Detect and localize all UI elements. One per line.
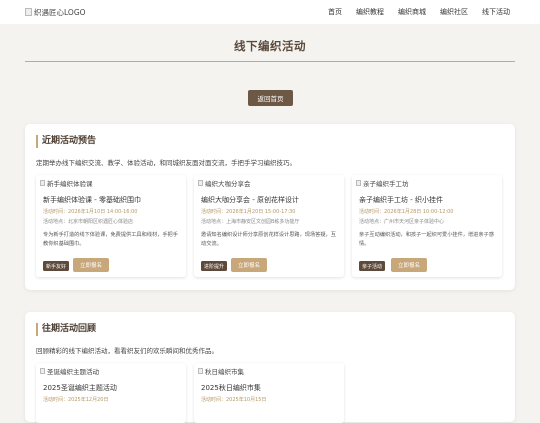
nav-link-home[interactable]: 首页: [328, 7, 342, 17]
nav-link-community[interactable]: 编织社区: [440, 7, 468, 17]
register-button[interactable]: 立即报名: [391, 258, 427, 272]
logo-alt-text: 织遇匠心LOGO: [34, 7, 86, 17]
page-title: 线下编织活动: [234, 39, 306, 53]
section-heading: 往期活动回顾: [36, 323, 96, 336]
event-time: 活动时间：2025年12月20日: [43, 397, 109, 403]
event-tag: 新手友好: [43, 261, 70, 271]
section-description: 定期举办线下编织交流、教学、体验活动，和同城织友面对面交流，手把手学习编织技巧。: [36, 159, 296, 167]
past-event-card: 秋日编织市集 2025秋日编织市集 活动时间：2025年10月15日: [194, 363, 344, 423]
event-tag: 亲子活动: [359, 261, 386, 271]
event-image: 编织大咖分享会: [198, 178, 251, 188]
event-location: 活动地点：广州市天河区亲子体验中心: [359, 219, 445, 225]
broken-image-icon: [198, 180, 203, 186]
event-card: 亲子编织手工坊 亲子编织手工坊 - 织小挂件 活动时间：2026年1月28日 1…: [352, 175, 502, 277]
event-description: 亲子互动编织活动，和孩子一起织可爱小挂件，增进亲子感情。: [359, 232, 494, 247]
title-divider: [25, 61, 515, 62]
event-image-alt: 编织大咖分享会: [205, 180, 251, 188]
section-heading: 近期活动预告: [36, 135, 96, 148]
broken-image-icon: [198, 368, 203, 374]
site-logo[interactable]: 织遇匠心LOGO: [25, 6, 86, 18]
broken-image-icon: [25, 8, 32, 16]
event-time: 活动时间：2025年10月15日: [201, 397, 267, 403]
event-tag: 进阶提升: [201, 261, 228, 271]
event-title: 2025圣诞编织主题活动: [43, 384, 117, 392]
event-location: 活动地点：上海市静安区文创园B栋多功能厅: [201, 219, 300, 225]
event-time: 活动时间：2026年1月10日 14:00-16:00: [43, 209, 138, 215]
event-title: 2025秋日编织市集: [201, 384, 261, 392]
section-description: 回顾精彩的线下编织活动，看看织友们的欢乐瞬间和优秀作品。: [36, 347, 218, 355]
top-navigation-bar: 织遇匠心LOGO 首页 编织教程 编织商城 编织社区 线下活动: [0, 0, 540, 24]
nav-link-shop[interactable]: 编织商城: [398, 7, 426, 17]
event-image-alt: 新手编织体验课: [47, 180, 93, 188]
event-title: 新手编织体验课 - 零基础织围巾: [43, 196, 141, 204]
event-card: 编织大咖分享会 编织大咖分享会 - 原创花样设计 活动时间：2026年1月20日…: [194, 175, 344, 277]
nav-link-tutorials[interactable]: 编织教程: [356, 7, 384, 17]
past-events-section: 往期活动回顾 回顾精彩的线下编织活动，看看织友们的欢乐瞬间和优秀作品。 圣诞编织…: [25, 312, 515, 423]
event-description: 邀请知名编织设计师分享原创花样设计思路，现场答疑，互动交流。: [201, 232, 336, 247]
event-card: 新手编织体验课 新手编织体验课 - 零基础织围巾 活动时间：2026年1月10日…: [36, 175, 186, 277]
event-image-alt: 亲子编织手工坊: [363, 180, 409, 188]
register-button[interactable]: 立即报名: [73, 258, 109, 272]
event-title: 编织大咖分享会 - 原创花样设计: [201, 196, 299, 204]
back-home-button[interactable]: 返回首页: [248, 90, 293, 106]
event-image-alt: 圣诞编织主题活动: [47, 368, 99, 376]
event-image: 新手编织体验课: [40, 178, 93, 188]
event-description: 专为新手打造的线下体验课，免费提供工具和线材，手把手教你织基础围巾。: [43, 232, 178, 247]
past-event-card: 圣诞编织主题活动 2025圣诞编织主题活动 活动时间：2025年12月20日: [36, 363, 186, 423]
event-image-alt: 秋日编织市集: [205, 368, 244, 376]
event-time: 活动时间：2026年1月28日 10:00-12:00: [359, 209, 454, 215]
event-time: 活动时间：2026年1月20日 15:00-17:30: [201, 209, 296, 215]
event-image: 秋日编织市集: [198, 366, 244, 376]
broken-image-icon: [40, 368, 45, 374]
main-nav: 首页 编织教程 编织商城 编织社区 线下活动: [328, 0, 510, 24]
event-image: 亲子编织手工坊: [356, 178, 409, 188]
broken-image-icon: [40, 180, 45, 186]
upcoming-events-section: 近期活动预告 定期举办线下编织交流、教学、体验活动，和同城织友面对面交流，手把手…: [25, 124, 515, 290]
event-location: 活动地点：北京市朝阳区织遇匠心体验店: [43, 219, 134, 225]
nav-link-offline-events[interactable]: 线下活动: [482, 7, 510, 17]
broken-image-icon: [356, 180, 361, 186]
register-button[interactable]: 立即报名: [231, 258, 267, 272]
event-title: 亲子编织手工坊 - 织小挂件: [359, 196, 443, 204]
event-image: 圣诞编织主题活动: [40, 366, 99, 376]
